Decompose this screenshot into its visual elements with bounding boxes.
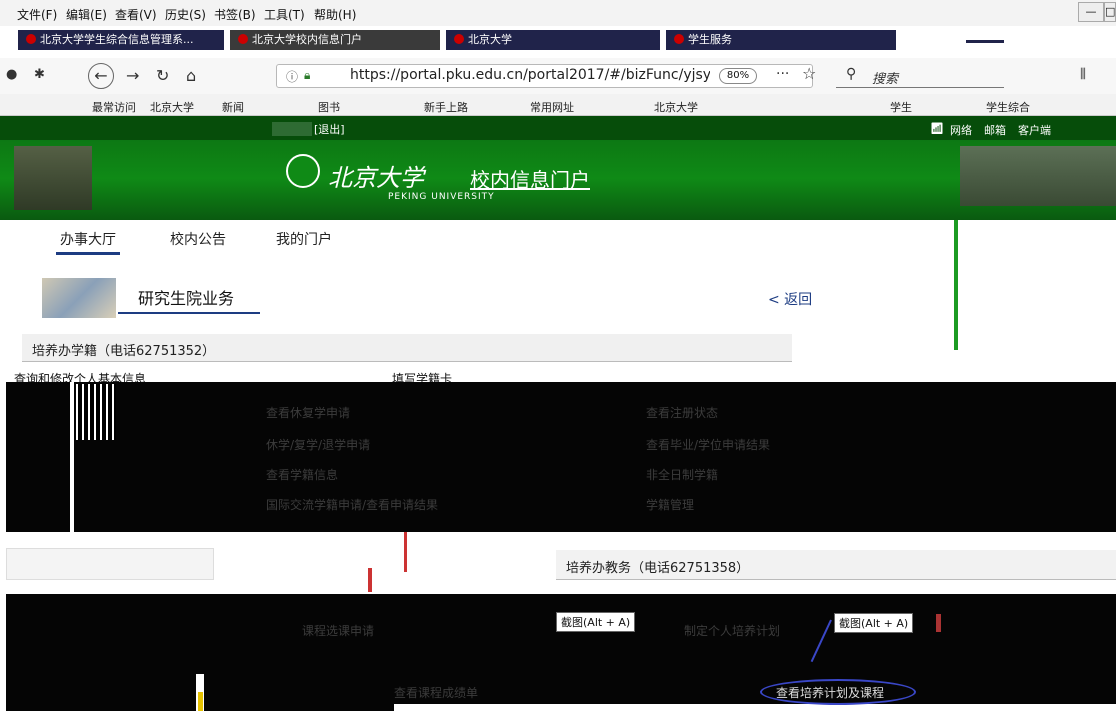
dark-overlay-region-2 bbox=[6, 594, 1116, 674]
dark-overlay-region-3 bbox=[6, 674, 196, 711]
menu-tools[interactable]: 工具(T) bbox=[264, 6, 305, 23]
link-suspension-apply[interactable]: 休学/复学/退学申请 bbox=[266, 436, 370, 453]
bookmark-item[interactable]: 学生综合 bbox=[986, 99, 1030, 115]
yellow-marker bbox=[198, 692, 203, 711]
favicon-icon bbox=[26, 34, 36, 44]
link-view-transcript[interactable]: 查看课程成绩单 bbox=[394, 684, 478, 701]
annotation-ellipse bbox=[760, 679, 916, 705]
home-button[interactable]: ⌂ bbox=[186, 66, 196, 85]
bookmark-item[interactable]: 北京大学 bbox=[654, 99, 698, 115]
left-panel bbox=[6, 548, 214, 580]
tab-my-portal[interactable]: 我的门户 bbox=[276, 229, 332, 249]
search-placeholder: 搜索 bbox=[872, 72, 899, 87]
minimize-button[interactable]: — bbox=[1078, 2, 1104, 22]
library-icon[interactable]: ● bbox=[6, 67, 17, 82]
info-icon[interactable]: ⓘ bbox=[286, 68, 298, 85]
bookmark-item[interactable]: 最常访问 bbox=[92, 99, 136, 115]
menu-file[interactable]: 文件(F) bbox=[17, 6, 57, 23]
username-mask bbox=[272, 122, 312, 136]
library-shelf-icon[interactable]: ⫼ bbox=[1080, 67, 1086, 82]
puzzle-icon[interactable]: ✱ bbox=[34, 67, 45, 82]
link-view-suspension[interactable]: 查看休复学申请 bbox=[266, 404, 350, 421]
university-seal-logo bbox=[286, 154, 320, 188]
screenshot-tooltip: 截图(Alt + A) bbox=[834, 613, 914, 633]
signal-icon: 📶︎ bbox=[930, 122, 944, 135]
link-training-plan[interactable]: 制定个人培养计划 bbox=[684, 622, 780, 639]
campus-image bbox=[960, 146, 1116, 206]
search-input[interactable] bbox=[836, 64, 1004, 88]
section-thumbnail bbox=[42, 278, 116, 318]
bookmark-item[interactable]: 图书 bbox=[318, 99, 340, 115]
red-marker bbox=[404, 532, 407, 572]
new-tab-button[interactable] bbox=[966, 40, 1004, 43]
favicon-icon bbox=[674, 34, 684, 44]
active-tab-underline bbox=[56, 252, 120, 255]
tab-service-hall[interactable]: 办事大厅 bbox=[60, 229, 116, 249]
striped-marker bbox=[76, 384, 116, 440]
menu-bar: 文件(F) 编辑(E) 查看(V) 历史(S) 书签(B) 工具(T) 帮助(H… bbox=[0, 0, 1116, 26]
link-intl-exchange[interactable]: 国际交流学籍申请/查看申请结果 bbox=[266, 496, 438, 513]
bookmark-item[interactable]: 北京大学 bbox=[150, 99, 194, 115]
white-marker bbox=[70, 382, 74, 532]
search-icon: ⚲ bbox=[846, 66, 857, 82]
pink-marker bbox=[936, 614, 941, 632]
link-parttime-status[interactable]: 非全日制学籍 bbox=[646, 466, 718, 483]
dark-overlay-region bbox=[6, 382, 1116, 532]
university-name-en: PEKING UNIVERSITY bbox=[388, 192, 495, 202]
browser-tab-2[interactable]: 北京大学校内信息门户 bbox=[230, 30, 440, 50]
back-link[interactable]: < 返回 bbox=[768, 289, 812, 309]
page-actions-icon[interactable]: ··· bbox=[776, 66, 789, 82]
bookmark-item[interactable]: 常用网址 bbox=[530, 99, 574, 115]
reload-button[interactable]: ↻ bbox=[156, 66, 169, 85]
dark-overlay-region-5 bbox=[394, 674, 1116, 704]
green-divider bbox=[954, 220, 958, 350]
zoom-indicator[interactable]: 80% bbox=[719, 68, 757, 84]
menu-edit[interactable]: 编辑(E) bbox=[66, 6, 107, 23]
forward-button[interactable]: → bbox=[126, 66, 139, 85]
link-view-registration[interactable]: 查看注册状态 bbox=[646, 404, 718, 421]
favicon-icon bbox=[238, 34, 248, 44]
group-title-2: 培养办教务（电话62751358） bbox=[566, 561, 750, 576]
screenshot-tooltip: 截图(Alt + A) bbox=[556, 612, 636, 632]
logout-link[interactable]: [退出] bbox=[314, 121, 345, 137]
university-name: 北京大学 bbox=[328, 164, 424, 192]
bookmark-item[interactable]: 新闻 bbox=[222, 99, 244, 115]
network-link[interactable]: 网络 bbox=[950, 122, 972, 138]
client-link[interactable]: 客户端 bbox=[1018, 122, 1051, 138]
lock-icon: 🔒︎ bbox=[304, 68, 311, 82]
menu-view[interactable]: 查看(V) bbox=[115, 6, 157, 23]
banner-top-strip bbox=[0, 116, 1116, 140]
dark-overlay-region-4 bbox=[204, 674, 394, 711]
url-text: https://portal.pku.edu.cn/portal2017/#/b… bbox=[350, 67, 710, 83]
back-button[interactable]: ← bbox=[88, 63, 114, 89]
favicon-icon bbox=[454, 34, 464, 44]
browser-tab-4[interactable]: 学生服务 bbox=[666, 30, 896, 50]
group-title-1: 培养办学籍（电话62751352） bbox=[32, 344, 216, 359]
red-marker bbox=[368, 568, 372, 592]
bookmark-star-icon[interactable]: ☆ bbox=[802, 64, 816, 83]
section-title-underline bbox=[118, 312, 260, 314]
mail-link[interactable]: 邮箱 bbox=[984, 122, 1006, 138]
portal-name: 校内信息门户 bbox=[470, 168, 590, 192]
link-status-management[interactable]: 学籍管理 bbox=[646, 496, 694, 513]
bookmark-item[interactable]: 新手上路 bbox=[424, 99, 468, 115]
link-course-apply[interactable]: 课程选课申请 bbox=[302, 622, 374, 639]
browser-tab-3[interactable]: 北京大学 bbox=[446, 30, 660, 50]
browser-tab-1[interactable]: 北京大学学生综合信息管理系... bbox=[18, 30, 224, 50]
tab-announcements[interactable]: 校内公告 bbox=[170, 229, 226, 249]
restore-button[interactable]: □ bbox=[1104, 2, 1116, 22]
pagoda-image bbox=[14, 146, 92, 210]
menu-bookmarks[interactable]: 书签(B) bbox=[214, 6, 256, 23]
link-graduation-result[interactable]: 查看毕业/学位申请结果 bbox=[646, 436, 770, 453]
main-tab-bar bbox=[0, 220, 1116, 260]
section-title: 研究生院业务 bbox=[138, 289, 235, 308]
bookmark-item[interactable]: 学生 bbox=[890, 99, 912, 115]
link-student-status[interactable]: 查看学籍信息 bbox=[266, 466, 338, 483]
menu-help[interactable]: 帮助(H) bbox=[314, 6, 356, 23]
menu-history[interactable]: 历史(S) bbox=[165, 6, 206, 23]
